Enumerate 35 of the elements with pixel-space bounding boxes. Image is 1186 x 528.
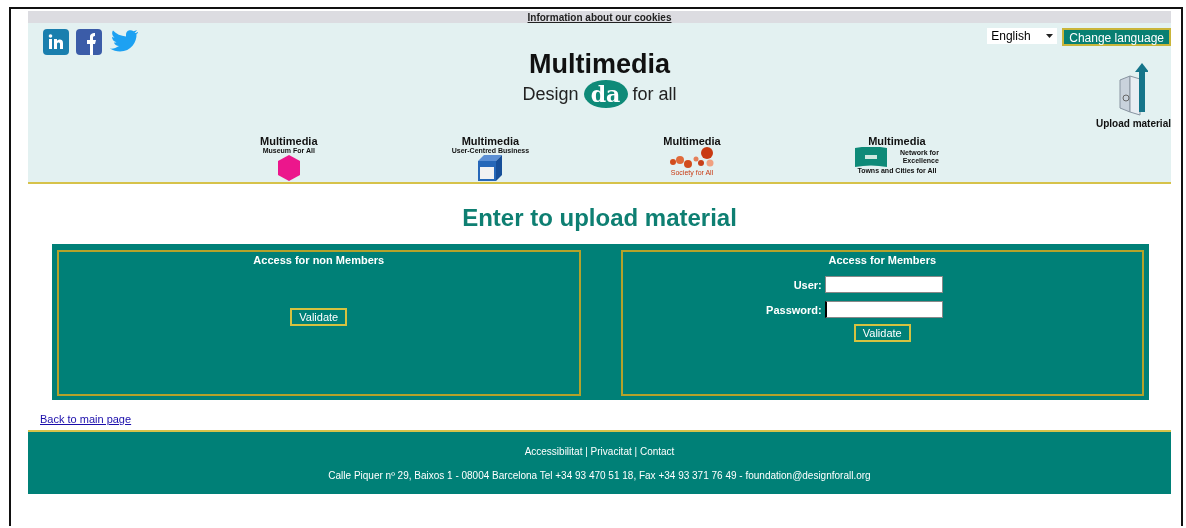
footer-address: Calle Piquer nº 29, Baixos 1 - 08004 Barcelona Tel +34 93 470 51 18, Fax +34 93 371 76 49 - foundation@designforall.org xyxy=(328,470,871,481)
separator: | xyxy=(634,446,638,457)
section-title[interactable]: Multimedia xyxy=(260,135,318,147)
upload-material-link[interactable]: Upload material xyxy=(1095,60,1171,129)
box-title: Access for Members xyxy=(828,254,937,266)
input-field[interactable] xyxy=(824,301,943,318)
dots-drawing xyxy=(669,147,715,169)
page-heading: Enter to upload material xyxy=(461,204,738,232)
section-title[interactable]: Multimedia xyxy=(868,135,926,147)
hexagon-icon xyxy=(277,155,300,181)
footer-link[interactable]: Contact xyxy=(639,446,675,457)
box-title: Access for non Members xyxy=(253,254,385,266)
logo-mark: da xyxy=(583,80,628,108)
validate-button[interactable]: Validate xyxy=(290,308,348,326)
cube-icon xyxy=(478,155,503,181)
linkedin-icon[interactable] xyxy=(43,29,69,55)
change-language-button[interactable]: Change language xyxy=(1062,28,1171,46)
flag-icon xyxy=(854,147,887,167)
section-title[interactable]: Multimedia xyxy=(663,135,721,147)
field-label: Password: xyxy=(765,303,822,316)
footer-link[interactable]: Accessibilitat xyxy=(524,446,583,457)
language-select[interactable]: English xyxy=(987,28,1058,44)
logo-text: for all xyxy=(632,83,677,105)
caret-icon xyxy=(1046,34,1054,38)
cookies-link[interactable]: Information about our cookies xyxy=(527,11,672,23)
validate-button[interactable]: Validate xyxy=(853,324,911,342)
footer-link[interactable]: Privacitat xyxy=(590,446,632,457)
logo-title: Multimedia xyxy=(529,49,670,80)
input-field[interactable] xyxy=(824,276,943,293)
field-label: User: xyxy=(792,278,822,291)
back-link[interactable]: Back to main page xyxy=(40,413,132,425)
separator: | xyxy=(585,446,588,457)
facebook-icon[interactable] xyxy=(76,29,102,55)
logo-text: Design xyxy=(522,83,579,105)
section-title[interactable]: Multimedia xyxy=(461,135,520,147)
